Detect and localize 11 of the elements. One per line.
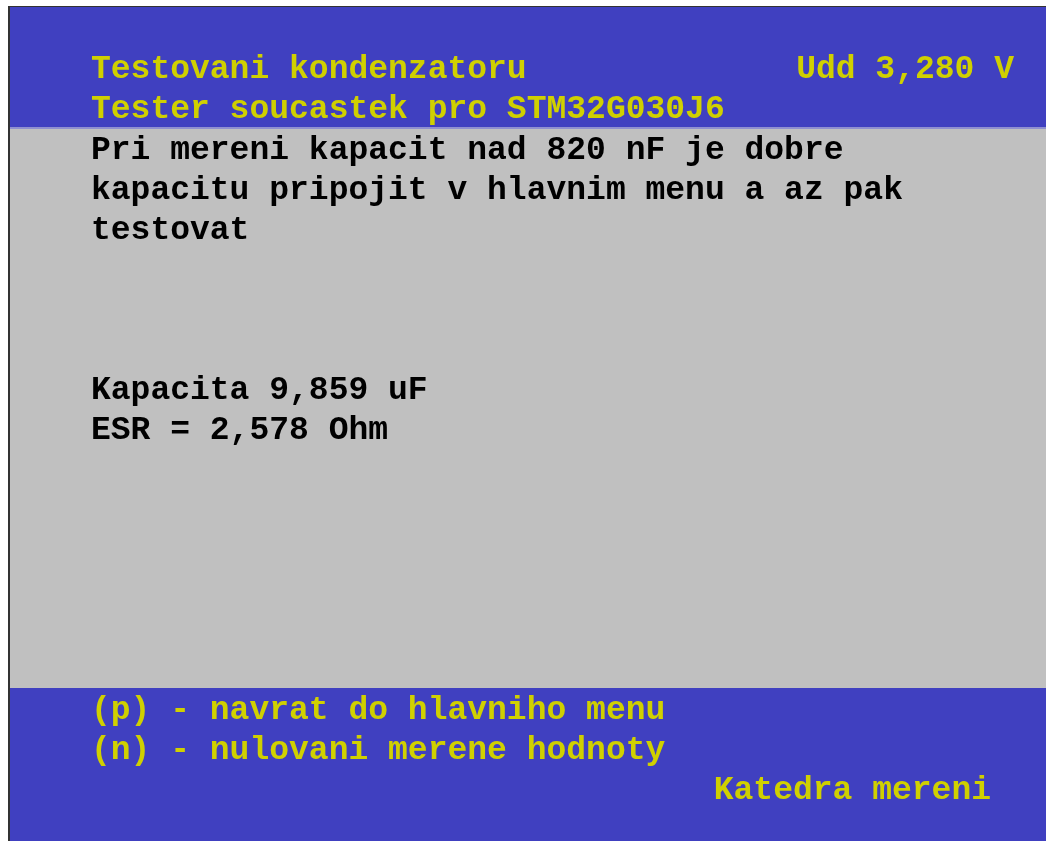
measurement-reading: ESR = 2,578 Ohm xyxy=(91,412,389,449)
info-text-line: Pri mereni kapacit nad 820 nF je dobre xyxy=(91,132,844,169)
device-subtitle: Tester soucastek pro STM32G030J6 xyxy=(91,91,725,128)
info-text-line: testovat xyxy=(91,212,250,249)
credit-text: Katedra mereni xyxy=(713,771,991,811)
voltage-reading: Udd 3,280 V xyxy=(796,50,1014,90)
screen-title: Testovani kondenzatoru xyxy=(91,50,527,90)
key-hint: (p) - navrat do hlavniho menu xyxy=(91,692,666,729)
measurement-reading: Kapacita 9,859 uF xyxy=(91,372,428,409)
info-text-line: kapacitu pripojit v hlavnim menu a az pak xyxy=(91,172,903,209)
key-hint: (n) - nulovani merene hodnoty xyxy=(91,732,666,769)
